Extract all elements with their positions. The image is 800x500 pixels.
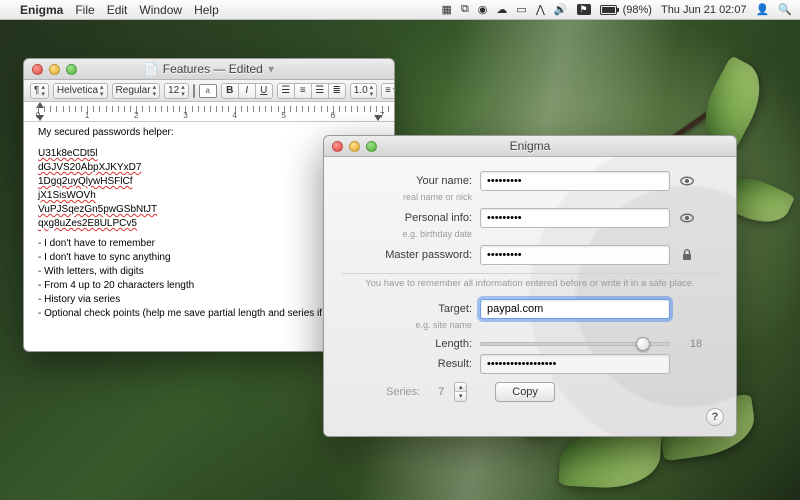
your-name-field[interactable] bbox=[480, 171, 670, 191]
font-select[interactable]: Helvetica▴▾ bbox=[53, 83, 108, 99]
menu-help[interactable]: Help bbox=[194, 3, 219, 17]
window-title: Enigma bbox=[324, 139, 736, 153]
list-select[interactable]: ≡▾ bbox=[381, 83, 395, 99]
length-slider[interactable] bbox=[480, 342, 670, 346]
series-stepper[interactable]: ▴ ▾ bbox=[454, 382, 467, 402]
display-icon[interactable]: ▭ bbox=[516, 3, 526, 16]
menubar: Enigma File Edit Window Help ▦ ⧉ ◉ ☁ ▭ ⋀… bbox=[0, 0, 800, 20]
personal-info-hint: e.g. birthday date bbox=[342, 229, 472, 239]
titlebar[interactable]: 📄Features — Edited ▾ bbox=[24, 59, 394, 80]
size-select[interactable]: 12▴▾ bbox=[164, 83, 189, 99]
cloud-icon[interactable]: ☁ bbox=[496, 3, 507, 16]
spacing-select[interactable]: 1.0▴▾ bbox=[350, 83, 377, 99]
spotlight-icon[interactable]: 🔍 bbox=[778, 3, 792, 16]
stepper-up[interactable]: ▴ bbox=[455, 383, 466, 392]
minimize-button[interactable] bbox=[349, 141, 360, 152]
input-source-icon[interactable]: ⚑ bbox=[577, 4, 591, 15]
minimize-button[interactable] bbox=[49, 64, 60, 75]
italic-button[interactable]: I bbox=[238, 83, 256, 99]
copy-button[interactable]: Copy bbox=[495, 382, 555, 402]
app-menu[interactable]: Enigma bbox=[20, 3, 63, 17]
clock[interactable]: Thu Jun 21 02:07 bbox=[661, 4, 747, 16]
align-group: ☰ ≡ ☰ ≣ bbox=[277, 83, 346, 99]
window-title: 📄Features — Edited ▾ bbox=[24, 62, 394, 76]
menu-edit[interactable]: Edit bbox=[107, 3, 128, 17]
status-icon[interactable]: ▦ bbox=[442, 3, 452, 16]
dropbox-icon[interactable]: ⧉ bbox=[461, 3, 469, 16]
align-justify-button[interactable]: ≣ bbox=[328, 83, 346, 99]
target-label: Target: bbox=[342, 303, 472, 315]
zoom-button[interactable] bbox=[66, 64, 77, 75]
target-hint: e.g. site name bbox=[342, 320, 472, 330]
master-password-label: Master password: bbox=[342, 249, 472, 261]
eye-icon[interactable] bbox=[678, 173, 696, 189]
status-icon[interactable]: ⋀ bbox=[536, 3, 545, 16]
slider-knob[interactable] bbox=[636, 337, 650, 351]
personal-info-field[interactable] bbox=[480, 208, 670, 228]
length-label: Length: bbox=[342, 338, 472, 350]
series-label: Series: bbox=[386, 386, 420, 398]
remember-note: You have to remember all information ent… bbox=[342, 278, 718, 289]
close-button[interactable] bbox=[332, 141, 343, 152]
menu-window[interactable]: Window bbox=[139, 3, 182, 17]
target-field[interactable] bbox=[480, 299, 670, 319]
close-button[interactable] bbox=[32, 64, 43, 75]
result-label: Result: bbox=[342, 358, 472, 370]
eye-icon[interactable] bbox=[678, 210, 696, 226]
align-center-button[interactable]: ≡ bbox=[294, 83, 312, 99]
titlebar[interactable]: Enigma bbox=[324, 136, 736, 157]
result-field[interactable] bbox=[480, 354, 670, 374]
format-toolbar: ¶▴▾ Helvetica▴▾ Regular▴▾ 12▴▾ a B I U ☰… bbox=[24, 80, 394, 102]
text-color-swatch[interactable] bbox=[193, 84, 195, 98]
lock-icon[interactable] bbox=[678, 248, 696, 262]
zoom-button[interactable] bbox=[366, 141, 377, 152]
your-name-label: Your name: bbox=[342, 175, 472, 187]
your-name-hint: real name or nick bbox=[342, 192, 472, 202]
master-password-field[interactable] bbox=[480, 245, 670, 265]
bold-italic-underline-group: B I U bbox=[221, 83, 273, 99]
align-right-button[interactable]: ☰ bbox=[311, 83, 329, 99]
length-value: 18 bbox=[684, 338, 708, 350]
battery-icon[interactable]: (98%) bbox=[600, 4, 652, 16]
divider bbox=[342, 273, 718, 274]
style-select[interactable]: ¶▴▾ bbox=[30, 83, 49, 99]
bold-button[interactable]: B bbox=[221, 83, 239, 99]
weight-select[interactable]: Regular▴▾ bbox=[112, 83, 161, 99]
series-value: 7 bbox=[430, 386, 444, 398]
user-icon[interactable]: 👤 bbox=[756, 3, 770, 16]
stepper-down[interactable]: ▾ bbox=[455, 392, 466, 401]
enigma-window: Enigma Your name: real name or nick Pers… bbox=[323, 135, 737, 437]
help-button[interactable]: ? bbox=[706, 408, 724, 426]
personal-info-label: Personal info: bbox=[342, 212, 472, 224]
align-left-button[interactable]: ☰ bbox=[277, 83, 295, 99]
volume-icon[interactable]: 🔊 bbox=[554, 3, 568, 16]
status-icon[interactable]: ◉ bbox=[478, 3, 488, 16]
menu-file[interactable]: File bbox=[75, 3, 94, 17]
ruler[interactable]: 01234567 bbox=[24, 102, 394, 122]
underline-button[interactable]: U bbox=[255, 83, 273, 99]
